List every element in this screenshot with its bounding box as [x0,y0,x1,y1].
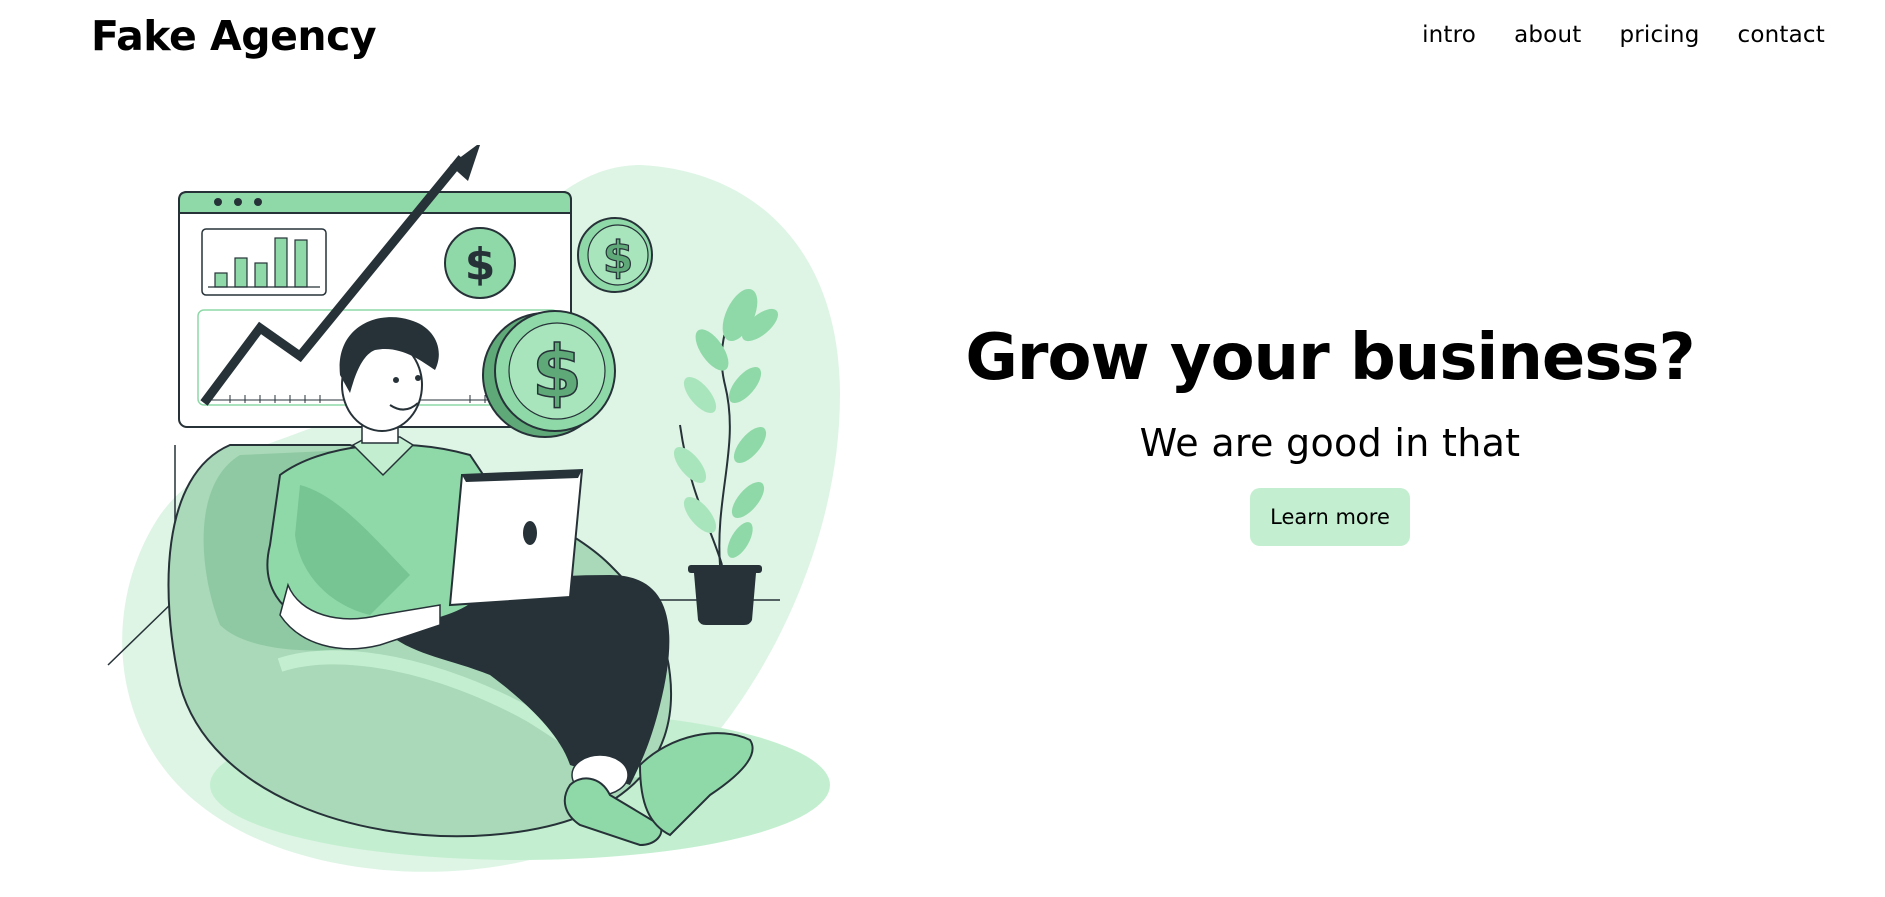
nav-link-about[interactable]: about [1514,20,1581,50]
dollar-coin-small-icon: $ [577,217,653,293]
main-nav: intro about pricing contact [1422,20,1825,50]
nav-link-contact[interactable]: contact [1738,20,1825,50]
hero-section: Grow your business? We are good in that … [950,318,1710,546]
svg-text:$: $ [532,330,582,414]
hero-title: Grow your business? [965,321,1695,395]
nav-link-pricing[interactable]: pricing [1619,20,1699,50]
nav-link-intro[interactable]: intro [1422,20,1476,50]
hero-illustration: $ $ $ [107,145,841,872]
laptop-icon [448,468,584,607]
hero-subtitle: We are good in that [1139,421,1521,465]
svg-text:$: $ [465,239,496,290]
brand-logo[interactable]: Fake Agency [91,12,377,60]
landing-page: Fake Agency intro about pricing contact [0,0,1885,897]
svg-text:$: $ [603,232,634,283]
learn-more-button[interactable]: Learn more [1250,488,1410,546]
